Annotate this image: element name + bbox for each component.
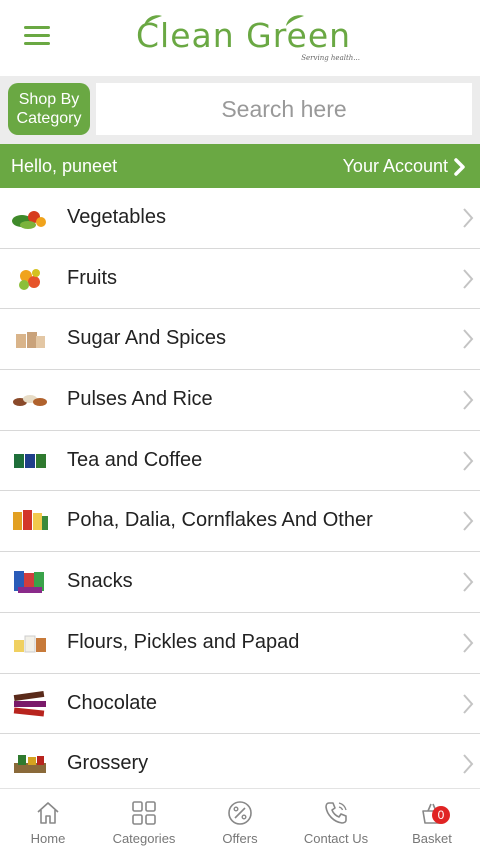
category-label: Vegetables (67, 206, 166, 228)
your-account-link[interactable]: Your Account (343, 156, 466, 177)
basket-count-badge: 0 (432, 806, 450, 824)
leaf-icon (144, 15, 162, 26)
nav-offers-label: Offers (222, 831, 258, 846)
clean-green-logo: Clean Green Serving health... (136, 14, 366, 66)
nav-contact-label: Contact Us (303, 831, 369, 846)
nav-offers[interactable]: Offers (192, 789, 288, 853)
pulses-icon (13, 395, 47, 407)
chevron-right-icon (463, 208, 474, 228)
category-label: Pulses And Rice (67, 388, 213, 411)
category-label: Flours, Pickles and Papad (67, 630, 300, 653)
category-label: Snacks (67, 570, 133, 593)
nav-contact[interactable]: Contact Us (288, 789, 384, 853)
greeting-bar: Hello, puneet Your Account (0, 144, 480, 188)
shop-by-category-line2: Category (16, 110, 82, 127)
category-label: Sugar And Spices (67, 327, 226, 350)
category-row-sugar-spices[interactable]: Sugar And Spices (0, 309, 480, 371)
chevron-right-icon (463, 511, 474, 532)
snacks-icon (14, 571, 44, 594)
category-row-chocolate[interactable]: Chocolate (0, 673, 480, 735)
cereals-icon (13, 510, 48, 531)
spices-icon (16, 332, 45, 349)
nav-basket-label: Basket (412, 831, 452, 846)
category-row-fruits[interactable]: Fruits (0, 248, 480, 310)
chevron-right-icon (463, 633, 474, 653)
category-label: Poha, Dalia, Cornflakes And Other (67, 509, 373, 532)
chevron-right-icon (463, 329, 474, 350)
chocolate-icon (13, 690, 46, 717)
nav-home-label: Home (30, 831, 66, 846)
search-input[interactable] (96, 83, 472, 135)
chevron-right-icon (463, 269, 474, 289)
category-list: Vegetables Fruits Sugar And Spices Pulse… (0, 188, 480, 795)
category-row-pulses-rice[interactable]: Pulses And Rice (0, 370, 480, 431)
hello-text: Hello, puneet (11, 156, 118, 176)
category-label: Fruits (67, 266, 117, 289)
nav-categories[interactable]: Categories (96, 789, 192, 853)
leaf-icon (286, 15, 304, 26)
category-row-vegetables[interactable]: Vegetables (0, 188, 480, 249)
vegetables-icon (12, 211, 46, 229)
chevron-right-icon (463, 754, 474, 774)
home-icon (37, 802, 59, 824)
search-bar: Shop By Category (0, 76, 480, 144)
grid-icon (132, 801, 156, 825)
logo-text: Clean Green (136, 16, 352, 55)
bottom-navigation: Home Categories Offers Contact Us 0 Bask… (0, 788, 480, 853)
nav-basket[interactable]: 0 Basket (384, 789, 480, 853)
nav-categories-label: Categories (112, 831, 176, 846)
your-account-label: Your Account (342, 156, 448, 176)
grocery-icon (14, 755, 46, 774)
app-header: Clean Green Serving health... (0, 0, 480, 76)
chevron-right-icon (463, 451, 474, 471)
chevron-right-icon (463, 390, 474, 410)
fruits-icon (19, 268, 40, 290)
category-row-grossery[interactable]: Grossery (0, 734, 480, 795)
shop-by-category-line1: Shop By (18, 91, 80, 108)
logo-tagline: Serving health... (301, 54, 360, 62)
category-label: Tea and Coffee (67, 448, 203, 471)
category-label: Chocolate (67, 691, 158, 714)
flours-icon (14, 635, 46, 653)
category-row-flours-pickles[interactable]: Flours, Pickles and Papad (0, 612, 480, 674)
chevron-right-icon (463, 693, 474, 714)
category-label: Grossery (67, 752, 149, 775)
chevron-right-icon (454, 157, 465, 176)
nav-home[interactable]: Home (0, 789, 96, 853)
chevron-right-icon (463, 572, 474, 592)
category-row-poha-dalia[interactable]: Poha, Dalia, Cornflakes And Other (0, 491, 480, 553)
category-row-snacks[interactable]: Snacks (0, 552, 480, 613)
shop-by-category-button[interactable]: Shop By Category (8, 83, 90, 135)
hamburger-menu-icon[interactable] (24, 26, 50, 48)
phone-icon (325, 802, 347, 824)
tea-coffee-icon (14, 453, 46, 468)
offers-percent-icon (228, 801, 252, 825)
category-row-tea-coffee[interactable]: Tea and Coffee (0, 430, 480, 492)
